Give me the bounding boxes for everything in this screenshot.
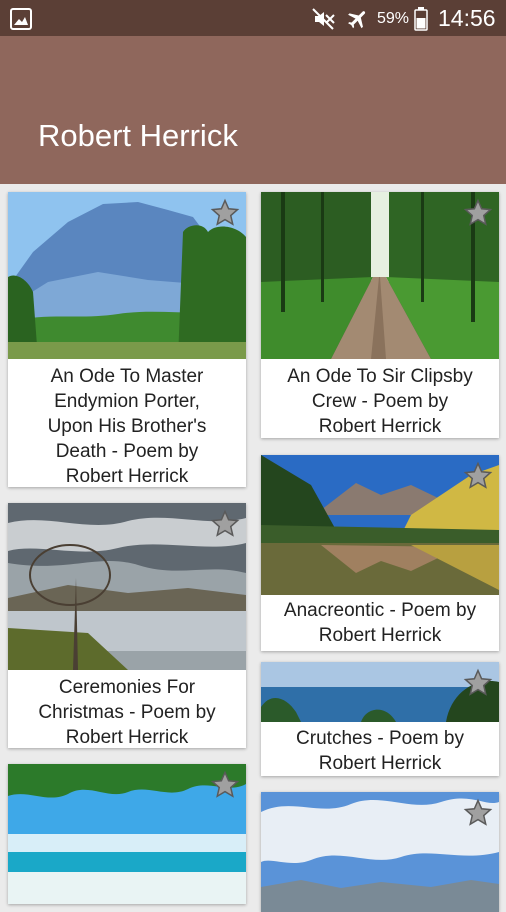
poem-card[interactable]: Crutches - Poem by Robert Herrick xyxy=(261,662,499,776)
page-title: Robert Herrick xyxy=(38,118,238,153)
favorite-star-icon[interactable] xyxy=(463,198,493,228)
favorite-star-icon[interactable] xyxy=(210,198,240,228)
favorite-star-icon[interactable] xyxy=(463,798,493,828)
card-caption-line: Robert Herrick xyxy=(318,625,442,646)
card-caption-line: Crutches - Poem by xyxy=(296,728,464,749)
poem-card[interactable]: Anacreontic - Poem by Robert Herrick xyxy=(261,455,499,651)
status-bar: 59% 14:56 xyxy=(0,0,506,36)
card-caption-line: Ceremonies For xyxy=(58,677,196,698)
card-caption-line: An Ode To Sir Clipsby xyxy=(287,366,473,387)
card-caption-line: Anacreontic - Poem by xyxy=(283,600,477,621)
card-caption-line: Robert Herrick xyxy=(318,416,442,437)
mute-icon xyxy=(312,8,335,30)
card-caption-line: Crew - Poem by xyxy=(311,391,449,412)
poem-card[interactable] xyxy=(8,764,246,904)
poem-card[interactable] xyxy=(261,792,499,912)
poem-card[interactable]: An Ode To Master Endymion Porter, Upon H… xyxy=(8,192,246,487)
favorite-star-icon[interactable] xyxy=(210,509,240,539)
card-caption-line: Robert Herrick xyxy=(318,753,442,774)
favorite-star-icon[interactable] xyxy=(210,770,240,800)
battery-icon xyxy=(414,7,428,31)
card-caption-line: Upon His Brother's xyxy=(47,416,207,437)
app-bar: Robert Herrick xyxy=(0,36,506,184)
card-caption-line: Death - Poem by xyxy=(55,441,199,462)
card-caption-line: Endymion Porter, xyxy=(54,391,200,412)
card-caption-line: Robert Herrick xyxy=(65,727,189,748)
gallery-icon xyxy=(10,8,32,30)
clock: 14:56 xyxy=(438,5,496,31)
card-caption-line: An Ode To Master xyxy=(50,366,204,387)
airplane-icon xyxy=(348,11,366,29)
poem-card[interactable]: An Ode To Sir Clipsby Crew - Poem by Rob… xyxy=(261,192,499,438)
poem-card[interactable]: Ceremonies For Christmas - Poem by Rober… xyxy=(8,503,246,748)
card-caption-line: Christmas - Poem by xyxy=(38,702,216,723)
card-caption-line: Robert Herrick xyxy=(65,466,189,487)
battery-percentage: 59% xyxy=(377,10,410,27)
favorite-star-icon[interactable] xyxy=(463,668,493,698)
favorite-star-icon[interactable] xyxy=(463,461,493,491)
